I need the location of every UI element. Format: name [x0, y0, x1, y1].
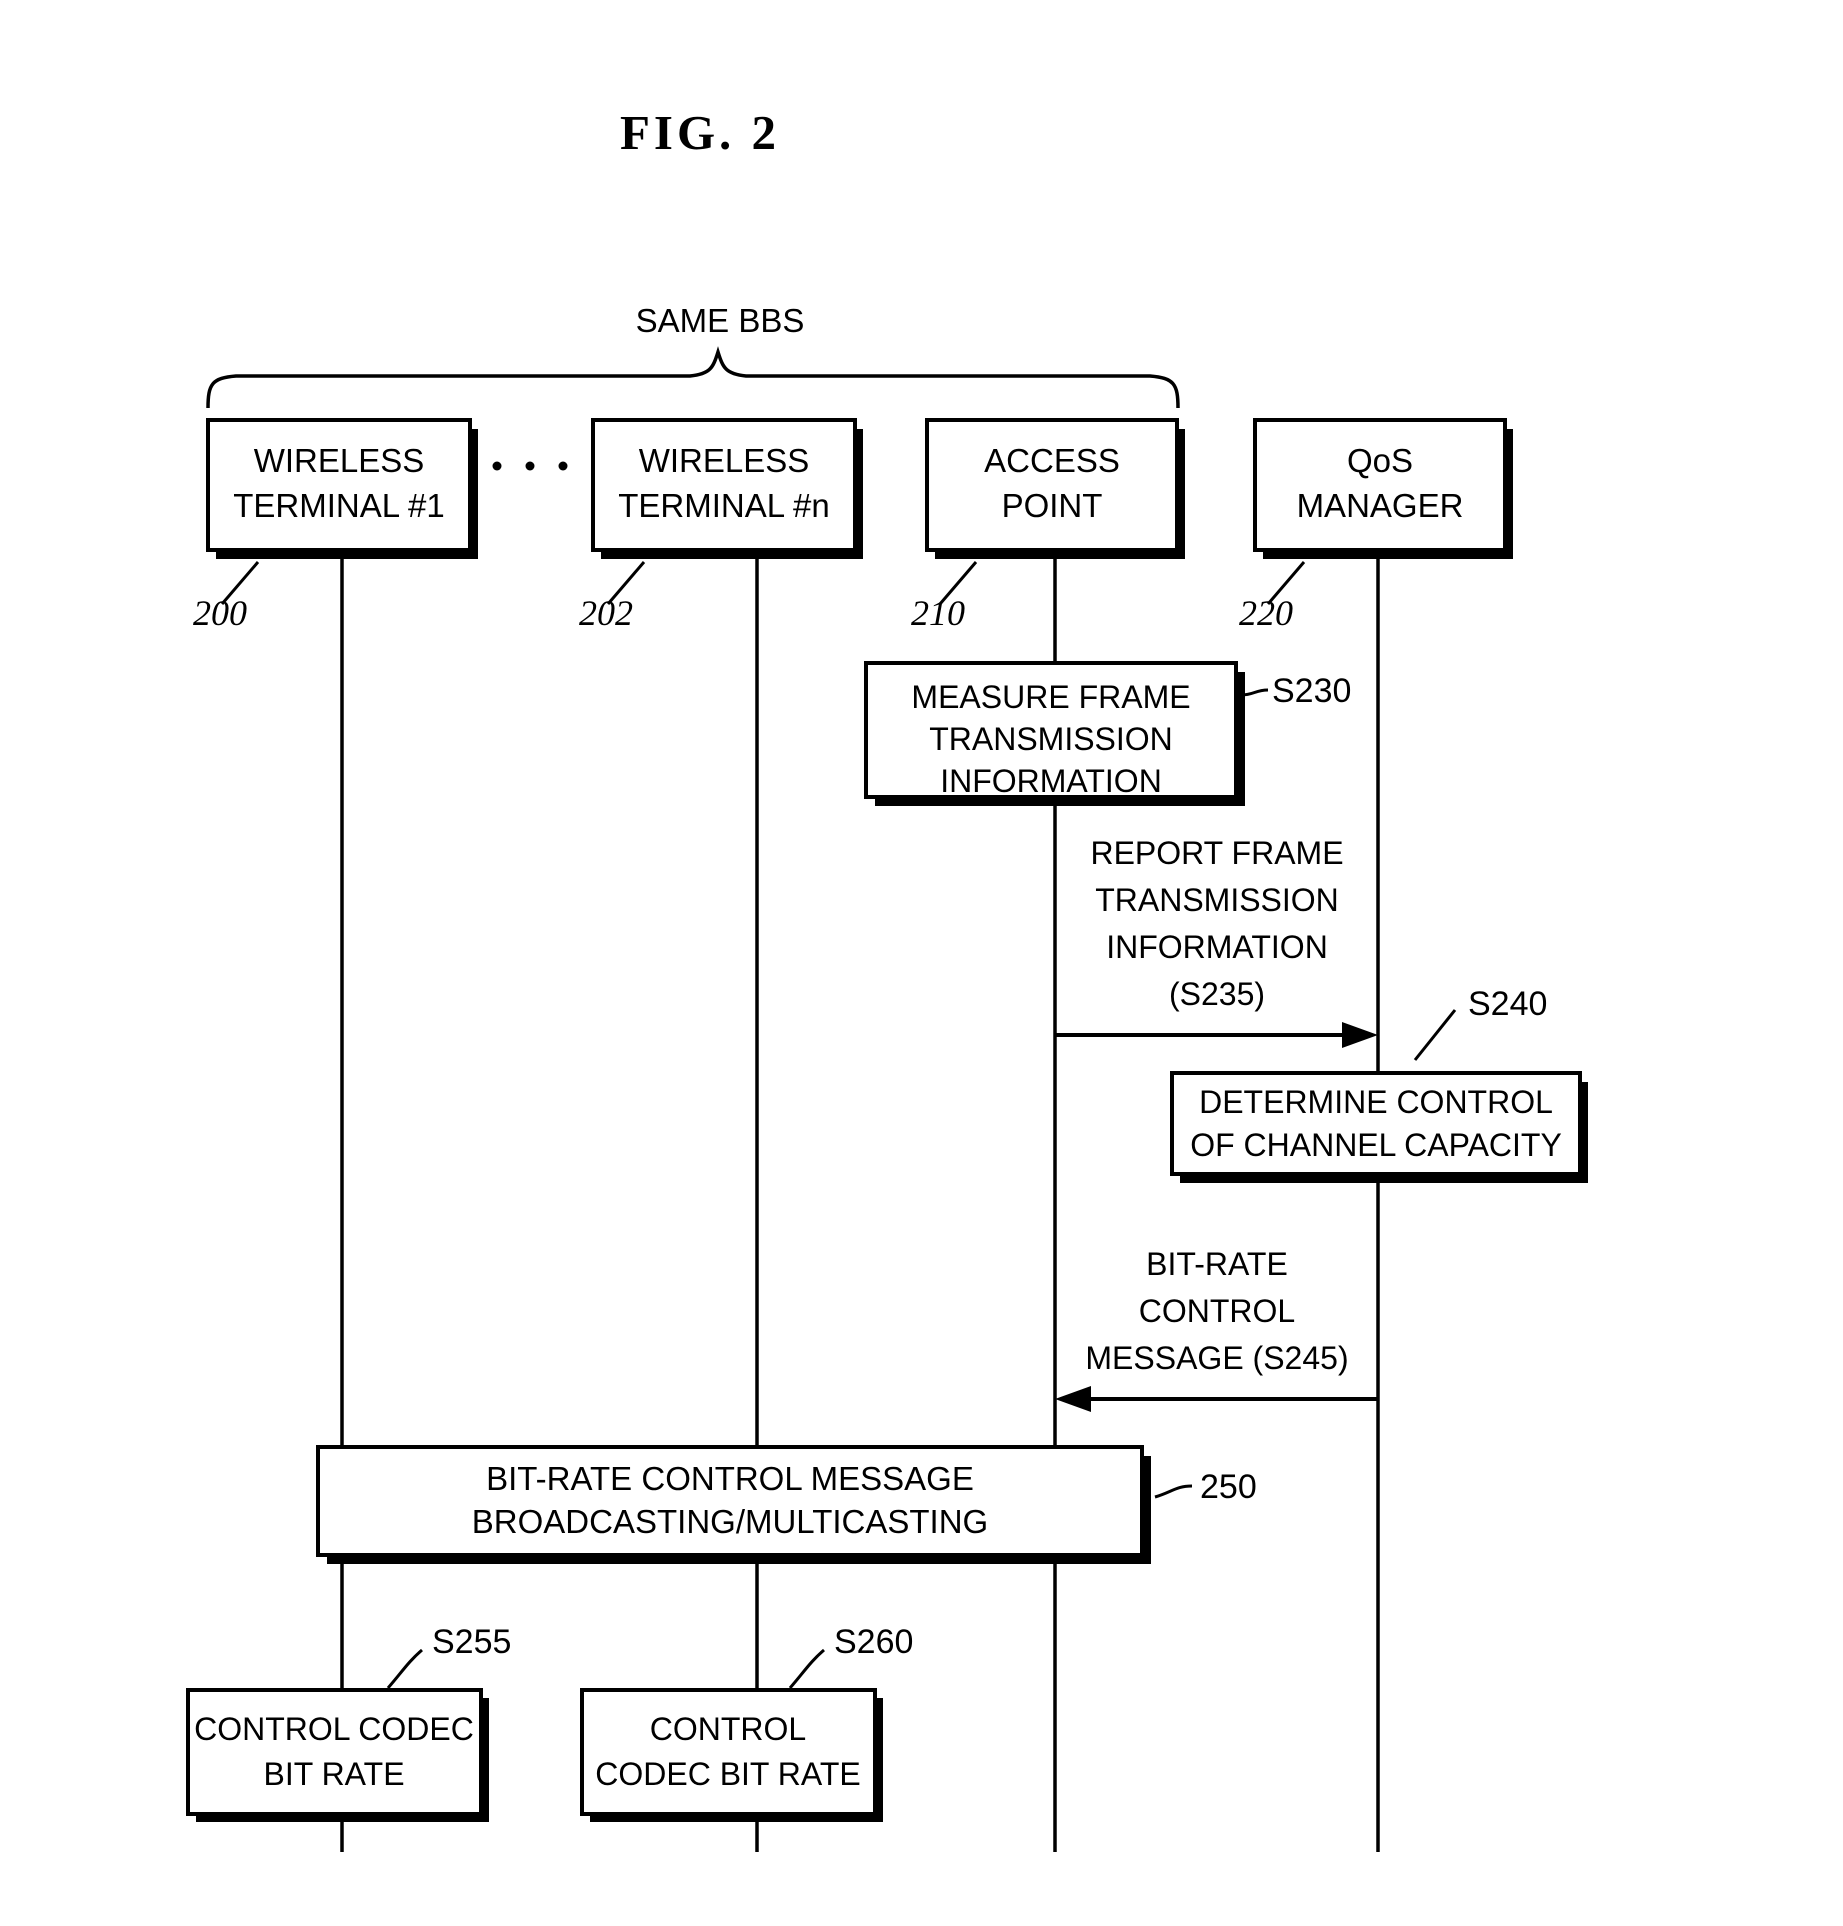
step-250-line1: BIT-RATE CONTROL MESSAGE: [486, 1460, 974, 1497]
step-box-s260[interactable]: CONTROL CODEC BIT RATE: [580, 1688, 883, 1822]
actor-label-ap-line2: POINT: [1002, 487, 1103, 524]
ref-s255: S255: [432, 1623, 511, 1661]
step-s230-line1: MEASURE FRAME: [911, 679, 1190, 715]
step-s240-line1: DETERMINE CONTROL: [1199, 1084, 1553, 1120]
ref-210: 210: [911, 593, 965, 633]
step-s255-line2: BIT RATE: [263, 1756, 404, 1792]
actor-box-qos[interactable]: QoS MANAGER: [1253, 418, 1513, 559]
message-s245-line3: MESSAGE (S245): [1085, 1340, 1348, 1376]
arrowhead-s245: [1055, 1386, 1091, 1412]
actor-label-qos-line1: QoS: [1347, 442, 1413, 479]
ref-200: 200: [193, 593, 247, 633]
ref-202-group: 202: [579, 561, 646, 633]
step-box-s240[interactable]: DETERMINE CONTROL OF CHANNEL CAPACITY: [1170, 1071, 1588, 1183]
ref-250: 250: [1200, 1468, 1257, 1506]
actor-box-wt1[interactable]: WIRELESS TERMINAL #1: [206, 418, 478, 559]
message-s245: BIT-RATE CONTROL MESSAGE (S245): [1055, 1246, 1378, 1412]
ref-s260-group: S260: [788, 1623, 913, 1689]
message-s245-line2: CONTROL: [1139, 1293, 1295, 1329]
message-s235-line4: (S235): [1169, 976, 1265, 1012]
message-s235-line2: TRANSMISSION: [1095, 882, 1339, 918]
ref-220: 220: [1239, 593, 1293, 633]
message-s235: REPORT FRAME TRANSMISSION INFORMATION (S…: [1055, 835, 1378, 1048]
ellipsis-between-terminals: [492, 461, 568, 471]
step-s260-line1: CONTROL: [650, 1711, 806, 1747]
step-s255-line1: CONTROL CODEC: [194, 1711, 474, 1747]
step-box-250[interactable]: BIT-RATE CONTROL MESSAGE BROADCASTING/MU…: [316, 1445, 1151, 1564]
actor-label-wtn-line2: TERMINAL #n: [618, 487, 830, 524]
ref-s230-group: S230: [1240, 672, 1351, 710]
message-s245-line1: BIT-RATE: [1146, 1246, 1288, 1282]
ref-200-group: 200: [193, 561, 260, 633]
step-s230-line2: TRANSMISSION: [929, 721, 1173, 757]
actor-label-ap-line1: ACCESS: [984, 442, 1120, 479]
step-box-s230[interactable]: MEASURE FRAME TRANSMISSION INFORMATION: [864, 661, 1245, 806]
actor-label-wt1-line2: TERMINAL #1: [233, 487, 445, 524]
actor-box-ap[interactable]: ACCESS POINT: [925, 418, 1185, 559]
diagram-canvas: SAME BBS WIRELESS TERMINAL #1 WIRELESS T…: [186, 302, 1588, 1852]
ref-s260: S260: [834, 1623, 913, 1661]
step-s230-line3: INFORMATION: [940, 763, 1162, 799]
step-box-s255[interactable]: CONTROL CODEC BIT RATE: [186, 1688, 489, 1822]
ref-220-group: 220: [1239, 561, 1306, 633]
actor-label-wtn-line1: WIRELESS: [639, 442, 810, 479]
ref-250-group: 250: [1154, 1468, 1257, 1506]
actor-label-qos-line2: MANAGER: [1297, 487, 1464, 524]
actor-box-wtn[interactable]: WIRELESS TERMINAL #n: [591, 418, 863, 559]
group-brace: [206, 346, 1180, 409]
actor-label-wt1-line1: WIRELESS: [254, 442, 425, 479]
group-label-same-bbs: SAME BBS: [636, 302, 805, 339]
step-s260-line2: CODEC BIT RATE: [595, 1756, 861, 1792]
message-s235-line1: REPORT FRAME: [1090, 835, 1343, 871]
message-s235-line3: INFORMATION: [1106, 929, 1328, 965]
step-250-line2: BROADCASTING/MULTICASTING: [472, 1503, 988, 1540]
ref-s240-group: S240: [1413, 985, 1547, 1061]
step-s240-line2: OF CHANNEL CAPACITY: [1190, 1127, 1562, 1163]
arrowhead-s235: [1342, 1022, 1378, 1048]
ref-202: 202: [579, 593, 633, 633]
figure-page: FIG. 2 SAME BBS WIRELESS TERMINAL #1 WIR…: [0, 0, 1843, 1926]
ref-s230: S230: [1272, 672, 1351, 710]
ref-s240: S240: [1468, 985, 1547, 1023]
ref-210-group: 210: [911, 561, 978, 633]
ref-s255-group: S255: [386, 1623, 511, 1689]
